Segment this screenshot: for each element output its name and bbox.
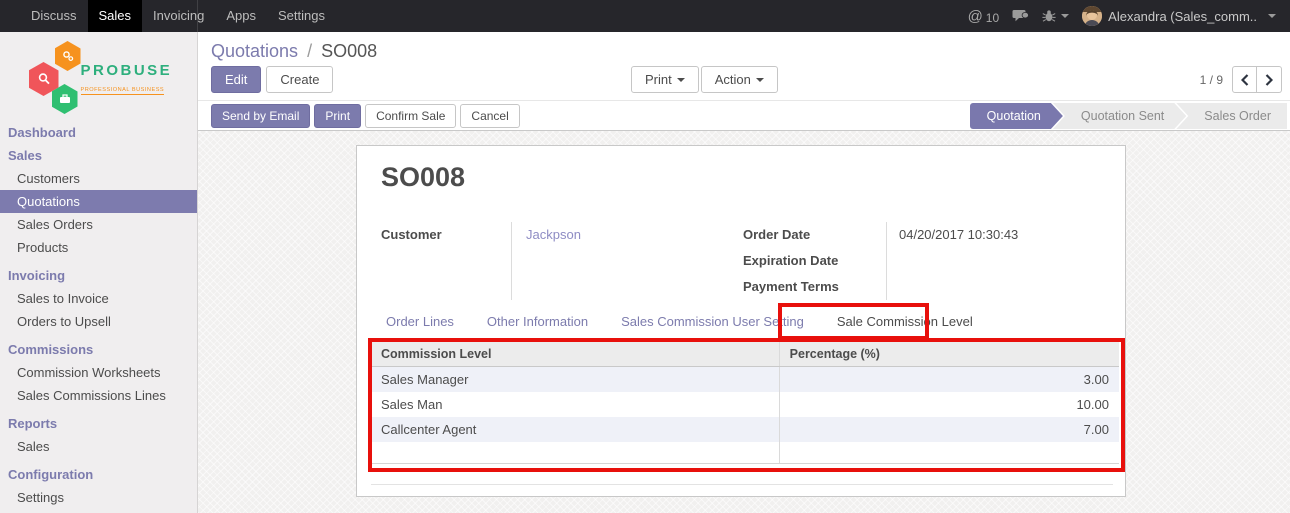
user-avatar [1082, 6, 1102, 26]
user-menu[interactable]: Alexandra (Sales_comm.. [1082, 6, 1276, 26]
column-header-commission-level[interactable]: Commission Level [371, 347, 779, 361]
menu-settings[interactable]: Settings [267, 0, 336, 32]
sidebar-item-quotations[interactable]: Quotations [0, 190, 197, 213]
pager-next-button[interactable] [1257, 66, 1282, 93]
sheet-separator [371, 484, 1113, 485]
menu-sales[interactable]: Sales [88, 0, 143, 32]
mentions-counter[interactable]: @ 10 [968, 8, 1000, 25]
cancel-button[interactable]: Cancel [460, 104, 519, 128]
stage-quotation-sent[interactable]: Quotation Sent [1053, 103, 1186, 129]
breadcrumb: Quotations / SO008 [211, 41, 377, 62]
tab-sales-commission-user-setting[interactable]: Sales Commission User Setting [618, 308, 807, 335]
probuse-logo: PROBUSE PROFESSIONAL BUSINESS [0, 32, 197, 117]
breadcrumb-separator: / [307, 41, 312, 61]
quotation-form-sheet: SO008 Customer Jackpson Order Date Expir… [356, 145, 1126, 497]
topbar-divider [197, 0, 198, 32]
status-pipeline: Quotation Quotation Sent Sales Order [970, 103, 1287, 129]
debug-bug-icon[interactable] [1042, 9, 1069, 23]
table-header-row: Commission Level Percentage (%) [371, 342, 1119, 367]
chat-icon[interactable] [1012, 9, 1029, 23]
sidebar-item-sales-to-invoice[interactable]: Sales to Invoice [0, 287, 197, 310]
sidebar-item-sales-commissions-lines[interactable]: Sales Commissions Lines [0, 384, 197, 407]
print-dropdown-button[interactable]: Print [631, 66, 699, 93]
create-button[interactable]: Create [266, 66, 333, 93]
expiration-date-label: Expiration Date [743, 248, 886, 274]
sidebar-item-customers[interactable]: Customers [0, 167, 197, 190]
logo-gear-hexagon [55, 41, 81, 71]
user-name: Alexandra (Sales_comm.. [1108, 9, 1257, 24]
top-navigation-bar: Discuss Sales Invoicing Apps Settings @ … [0, 0, 1290, 32]
logo-name: PROBUSE [81, 62, 179, 79]
sidebar-header-sales[interactable]: Sales [0, 144, 197, 167]
sidebar-item-reports-sales[interactable]: Sales [0, 435, 197, 458]
user-caret-icon [1268, 14, 1276, 18]
table-empty-row [371, 442, 1119, 464]
order-date-value: 04/20/2017 10:30:43 [899, 222, 1103, 248]
notebook-tabs: Order Lines Other Information Sales Comm… [383, 308, 976, 335]
mention-icon: @ [968, 8, 983, 25]
statusbar: Send by Email Print Confirm Sale Cancel … [198, 101, 1290, 131]
customer-value-link[interactable]: Jackpson [526, 227, 581, 242]
breadcrumb-current: SO008 [321, 41, 377, 61]
sidebar: PROBUSE PROFESSIONAL BUSINESS Dashboard … [0, 32, 198, 513]
sidebar-item-products[interactable]: Products [0, 236, 197, 259]
breadcrumb-quotations-link[interactable]: Quotations [211, 41, 298, 61]
stage-quotation[interactable]: Quotation [970, 103, 1063, 129]
print-caret-icon [677, 78, 685, 82]
pager-value: 1 / 9 [1200, 73, 1223, 87]
table-row[interactable]: Sales Manager 3.00 [371, 367, 1119, 392]
send-by-email-button[interactable]: Send by Email [211, 104, 310, 128]
sidebar-item-settings[interactable]: Settings [0, 486, 197, 509]
control-panel: Quotations / SO008 Edit Create Print Act… [198, 32, 1290, 101]
edit-button[interactable]: Edit [211, 66, 261, 93]
menu-discuss[interactable]: Discuss [20, 0, 88, 32]
content-area: SO008 Customer Jackpson Order Date Expir… [198, 131, 1290, 513]
action-caret-icon [756, 78, 764, 82]
menu-apps[interactable]: Apps [215, 0, 267, 32]
table-row[interactable]: Callcenter Agent 7.00 [371, 417, 1119, 442]
logo-tagline: PROFESSIONAL BUSINESS [81, 87, 165, 95]
payment-terms-value [899, 274, 1103, 300]
odoo-app: Discuss Sales Invoicing Apps Settings @ … [0, 0, 1290, 513]
mention-count: 10 [986, 8, 999, 25]
expiration-date-value [899, 248, 1103, 274]
sidebar-item-commission-worksheets[interactable]: Commission Worksheets [0, 361, 197, 384]
sidebar-item-config-products[interactable]: Products [0, 509, 197, 513]
field-group: Customer Jackpson Order Date Expiration … [381, 222, 1103, 300]
tab-sale-commission-level[interactable]: Sale Commission Level [834, 308, 976, 335]
debug-caret-icon [1061, 14, 1069, 18]
print-button[interactable]: Print [314, 104, 361, 128]
tab-order-lines[interactable]: Order Lines [383, 308, 457, 335]
sidebar-header-reports[interactable]: Reports [0, 412, 197, 435]
top-menu: Discuss Sales Invoicing Apps Settings [0, 0, 336, 32]
sidebar-header-commissions[interactable]: Commissions [0, 338, 197, 361]
sidebar-item-sales-orders[interactable]: Sales Orders [0, 213, 197, 236]
tab-other-information[interactable]: Other Information [484, 308, 591, 335]
column-header-percentage[interactable]: Percentage (%) [779, 342, 1119, 366]
sidebar-header-dashboard[interactable]: Dashboard [0, 121, 197, 144]
commission-level-table: Commission Level Percentage (%) Sales Ma… [371, 342, 1119, 464]
pager-previous-button[interactable] [1232, 66, 1257, 93]
menu-invoicing[interactable]: Invoicing [142, 0, 215, 32]
sidebar-item-orders-to-upsell[interactable]: Orders to Upsell [0, 310, 197, 333]
sidebar-header-invoicing[interactable]: Invoicing [0, 264, 197, 287]
customer-label: Customer [381, 222, 511, 300]
payment-terms-label: Payment Terms [743, 274, 886, 300]
action-dropdown-button[interactable]: Action [701, 66, 778, 93]
pager: 1 / 9 [1200, 66, 1282, 93]
stage-sales-order[interactable]: Sales Order [1176, 103, 1287, 129]
confirm-sale-button[interactable]: Confirm Sale [365, 104, 456, 128]
sidebar-header-configuration[interactable]: Configuration [0, 463, 197, 486]
record-title: SO008 [381, 162, 465, 193]
order-date-label: Order Date [743, 222, 886, 248]
sidebar-nav: Dashboard Sales Customers Quotations Sal… [0, 121, 197, 513]
table-row[interactable]: Sales Man 10.00 [371, 392, 1119, 417]
